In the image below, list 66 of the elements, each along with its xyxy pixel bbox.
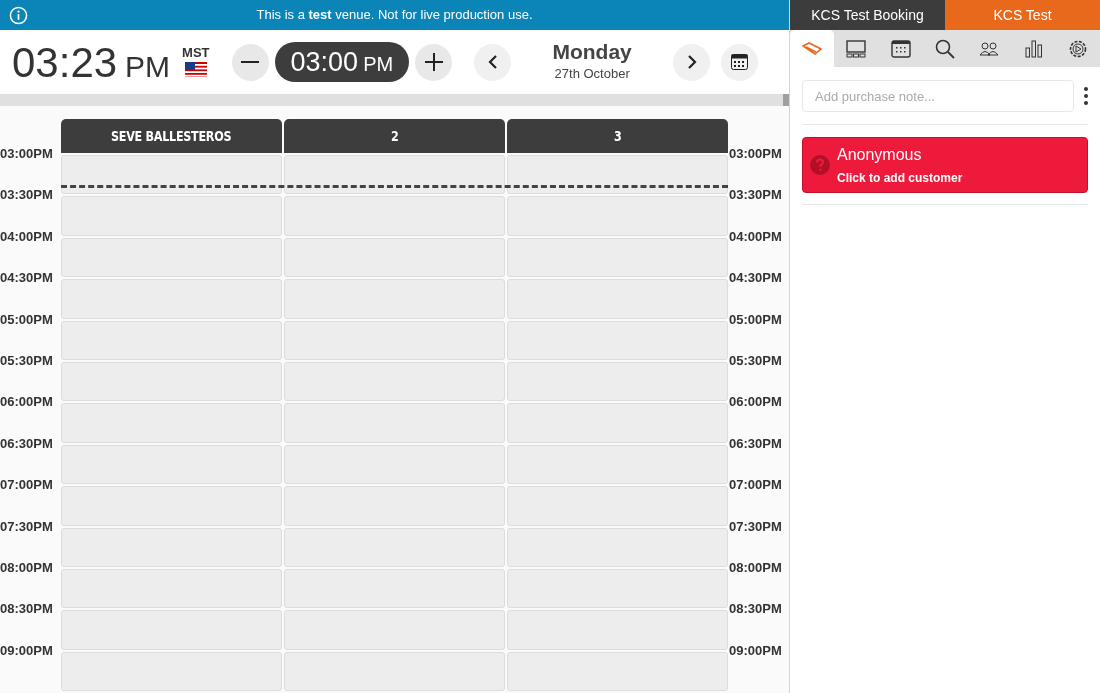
flag-icon bbox=[184, 62, 207, 78]
time-label: 06:30PM bbox=[0, 436, 53, 451]
calendar-button[interactable] bbox=[721, 43, 759, 81]
scrollbar-thumb[interactable] bbox=[783, 94, 789, 106]
time-label: 05:30PM bbox=[729, 354, 782, 368]
current-ampm: PM bbox=[125, 48, 171, 85]
info-icon bbox=[9, 6, 28, 25]
screen-icon bbox=[846, 39, 867, 58]
time-label: 07:30PM bbox=[729, 519, 782, 534]
chevron-right-icon bbox=[686, 54, 697, 70]
current-time: 03:23 bbox=[12, 37, 118, 88]
time-label: 09:00PM bbox=[729, 643, 782, 658]
minus-icon bbox=[241, 61, 260, 63]
minus-button[interactable] bbox=[231, 43, 269, 81]
time-label: 06:00PM bbox=[0, 395, 53, 410]
settings-icon bbox=[1067, 38, 1088, 59]
plus-icon bbox=[424, 53, 443, 71]
day-label: Monday bbox=[552, 40, 632, 65]
purchase-note-field[interactable]: Add purchase note... bbox=[802, 80, 1074, 112]
people-icon bbox=[979, 41, 1000, 56]
time-label: 05:30PM bbox=[0, 354, 53, 368]
venue-tab[interactable]: KCS Test Booking bbox=[790, 0, 945, 30]
add-customer-hint: Click to add customer bbox=[837, 170, 963, 187]
time-label: 04:00PM bbox=[729, 229, 782, 244]
time-label: 03:30PM bbox=[729, 188, 782, 203]
question-icon bbox=[810, 155, 830, 175]
time-label: 08:00PM bbox=[0, 561, 53, 575]
booking-slot[interactable] bbox=[61, 155, 282, 195]
time-label: 06:30PM bbox=[729, 436, 782, 451]
column-header: SEVE BALLESTEROS bbox=[111, 126, 232, 146]
time-label: 03:00PM bbox=[0, 147, 53, 161]
time-label: 05:00PM bbox=[0, 312, 53, 327]
booking-slot[interactable] bbox=[507, 155, 728, 195]
plus-button[interactable] bbox=[415, 43, 453, 81]
time-picker[interactable]: 03:00 PM bbox=[274, 42, 410, 82]
time-label: 08:00PM bbox=[729, 561, 782, 575]
time-label: 06:00PM bbox=[729, 395, 782, 410]
time-label: 07:30PM bbox=[0, 519, 53, 534]
chevron-left-icon bbox=[487, 54, 498, 70]
customer-card[interactable]: Anonymous Click to add customer bbox=[802, 137, 1088, 193]
column-header: 2 bbox=[390, 126, 399, 146]
calendar-icon bbox=[890, 39, 911, 58]
time-label: 03:30PM bbox=[0, 188, 53, 203]
customer-name: Anonymous bbox=[837, 145, 923, 165]
time-label: 08:30PM bbox=[0, 602, 53, 617]
previous-day-button[interactable] bbox=[474, 43, 512, 81]
next-day-button[interactable] bbox=[673, 43, 711, 81]
bar-chart-icon bbox=[1024, 39, 1043, 58]
column-header: 3 bbox=[613, 126, 622, 146]
time-label: 09:00PM bbox=[0, 643, 53, 658]
time-label: 04:00PM bbox=[0, 229, 53, 244]
time-label: 07:00PM bbox=[0, 478, 53, 493]
time-label: 03:00PM bbox=[729, 147, 782, 161]
time-label: 08:30PM bbox=[729, 602, 782, 617]
search-icon bbox=[935, 38, 955, 59]
more-options-icon[interactable] bbox=[1084, 87, 1088, 105]
time-label: 07:00PM bbox=[729, 478, 782, 493]
booking-slot[interactable] bbox=[284, 155, 505, 195]
ticket-icon bbox=[802, 41, 823, 56]
banner-text: This is a test venue. Not for live production use. bbox=[255, 6, 534, 25]
date-label: 27th October bbox=[554, 65, 630, 84]
calendar-icon bbox=[731, 54, 749, 70]
time-label: 05:00PM bbox=[729, 312, 782, 327]
time-label: 04:30PM bbox=[729, 271, 782, 286]
time-label: 04:30PM bbox=[0, 271, 53, 286]
timezone-label: MST bbox=[182, 43, 210, 62]
